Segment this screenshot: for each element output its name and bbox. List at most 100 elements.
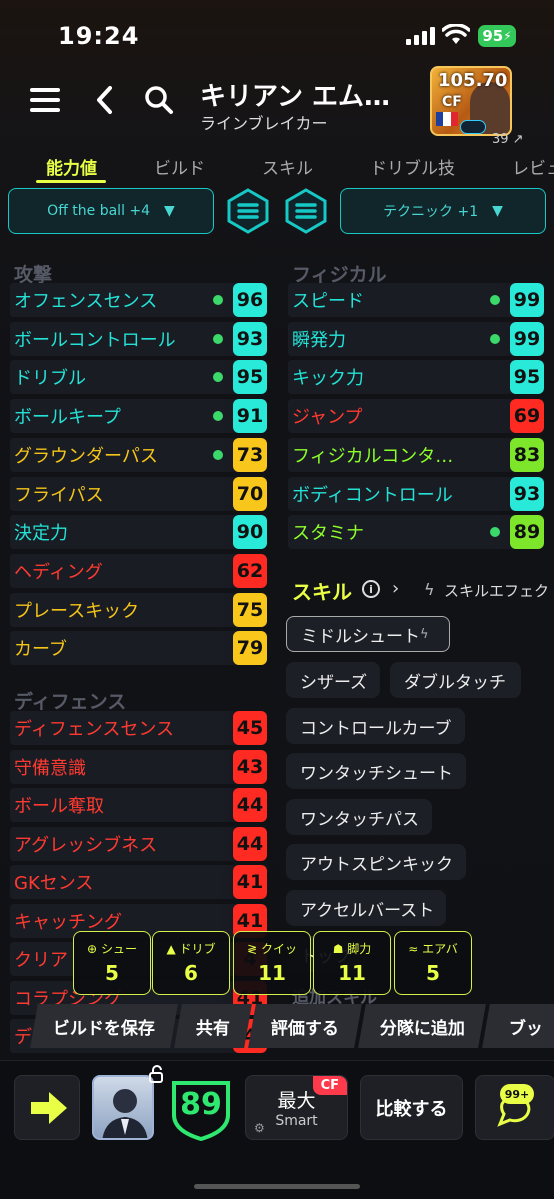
stat-label: 瞬発力 <box>292 329 346 351</box>
stat-value: 93 <box>233 321 267 356</box>
stat-row: ディフェンスセンス 45 <box>10 711 267 745</box>
stat-row: スタミナ 89 <box>288 515 544 550</box>
search-icon[interactable] <box>143 84 175 116</box>
stat-row: キック力 95 <box>288 360 544 395</box>
share-button[interactable]: 共有 <box>174 1004 252 1048</box>
player-card[interactable]: 105.70 CF <box>430 66 512 136</box>
lock-open-icon[interactable] <box>148 1065 164 1083</box>
skill-chip[interactable]: ワンタッチシュート <box>286 753 466 789</box>
stat-row: カーブ 79 <box>10 631 267 666</box>
battery-level: 95 <box>482 27 504 45</box>
skill-chip-label: アクセルバースト <box>300 900 435 921</box>
stat-label: アグレッシブネス <box>14 834 158 856</box>
player-detail-screen: 19:24 95 ⚡ キリアン エム… ラインブレイカー 105.70 CF 39… <box>0 0 554 1199</box>
stat-value: 93 <box>510 476 544 511</box>
home-indicator <box>194 1184 360 1189</box>
header: キリアン エム… ラインブレイカー 105.70 CF <box>0 66 554 138</box>
stat-box: ⊕ シュー 5 <box>73 931 151 995</box>
stat-box: ≈ エアバ 5 <box>394 931 472 995</box>
stat-box-value: 6 <box>184 961 198 985</box>
left-booster-select[interactable]: Off the ball +4 ▼ <box>8 188 214 234</box>
chevron-right-icon[interactable]: › <box>392 578 399 599</box>
max-level-button[interactable]: CF 最大 Smart ⚙ <box>245 1075 348 1140</box>
stat-box-value: 5 <box>105 961 119 985</box>
stat-label: スピード <box>292 291 364 312</box>
tab-stats[interactable]: 能力値 <box>46 154 97 179</box>
stat-label: ボディコントロール <box>292 484 453 506</box>
stat-value: 99 <box>510 283 544 317</box>
status-time: 19:24 <box>58 22 140 50</box>
skill-chip-label: コントロールカーブ <box>300 718 452 739</box>
chat-button[interactable]: 99+ <box>475 1075 554 1140</box>
skill-chip-label: シザーズ <box>300 672 368 693</box>
cone-icon: ▲ <box>166 942 176 956</box>
stat-row: ジャンプ 69 <box>288 399 544 434</box>
card-count: 39 ↗ <box>492 132 524 147</box>
right-booster-select[interactable]: テクニック +1 ▼ <box>340 188 546 234</box>
tab-skills[interactable]: スキル <box>262 154 313 179</box>
arrow-right-icon[interactable] <box>14 1075 80 1140</box>
skill-chip[interactable]: アクセルバースト <box>286 890 446 926</box>
hamburger-menu-icon[interactable] <box>30 88 60 112</box>
chat-count-badge: 99+ <box>500 1084 534 1104</box>
stat-value: 83 <box>510 437 544 472</box>
skill-chip[interactable]: ミドルシュート ϟ <box>286 616 450 652</box>
stat-label: ヘディング <box>14 561 103 583</box>
stat-label: グラウンダーパス <box>14 445 158 467</box>
compare-button[interactable]: 比較する <box>360 1075 463 1140</box>
stat-value: 69 <box>510 399 544 434</box>
stat-box-value: 5 <box>426 961 440 985</box>
booster-hex-icon[interactable] <box>224 187 272 235</box>
skill-chip[interactable]: アウトスピンキック <box>286 844 466 880</box>
bookmark-button[interactable]: ブッ <box>482 1004 554 1048</box>
booster-hex-icon-2[interactable] <box>282 187 330 235</box>
stat-box-label: シュー <box>100 942 137 956</box>
back-chevron-icon[interactable] <box>90 82 120 118</box>
skills-title: スキル <box>292 580 352 604</box>
skill-chip[interactable]: シザーズ <box>286 662 380 698</box>
stat-value: 41 <box>233 865 267 899</box>
overall-rating-value: 89 <box>180 1087 222 1122</box>
stat-row: 決定力 90 <box>10 515 267 550</box>
rate-button[interactable]: 評価する <box>248 1004 362 1048</box>
skill-chip[interactable]: ワンタッチパス <box>286 799 432 835</box>
cf-tag: CF <box>312 1076 347 1095</box>
stat-label: クリア <box>14 950 68 971</box>
stat-label: 守備意識 <box>14 757 86 779</box>
boost-dot-icon <box>490 295 500 305</box>
stat-box-value: 11 <box>338 961 366 985</box>
add-to-squad-button[interactable]: 分隊に追加 <box>358 1004 486 1048</box>
bottom-bar: 89 CF 最大 Smart ⚙ 比較する 99+ <box>0 1060 554 1199</box>
stat-row: アグレッシブネス 44 <box>10 826 267 861</box>
boost-dot-icon <box>213 449 223 460</box>
stat-row: オフェンスセンス 96 <box>10 283 267 317</box>
boost-dot-icon <box>213 372 223 383</box>
info-icon[interactable]: i <box>362 580 380 598</box>
stat-box: ☗ 脚力 11 <box>313 931 391 995</box>
stat-row: フライパス 70 <box>10 476 267 511</box>
stat-value: 73 <box>233 437 267 472</box>
skill-chip[interactable]: ダブルタッチ <box>390 662 521 698</box>
stat-row: ボールキープ 91 <box>10 399 267 434</box>
stat-row: ボディコントロール 93 <box>288 476 544 511</box>
lightning-icon: ϟ <box>420 626 429 642</box>
stat-row: ドリブル 95 <box>10 360 267 395</box>
double-chevron-icon: ≈ <box>408 942 419 956</box>
stat-value: 70 <box>233 476 267 511</box>
skill-chip[interactable]: コントロールカーブ <box>286 708 465 744</box>
tab-review[interactable]: レビュ <box>512 154 554 179</box>
dropdown-arrow-icon: ▼ <box>164 203 175 219</box>
skill-chip-label: ミドルシュート <box>301 626 420 647</box>
tab-dribble[interactable]: ドリブル技 <box>370 154 455 179</box>
stat-row: グラウンダーパス 73 <box>10 437 267 472</box>
stat-box-value: 11 <box>258 961 286 985</box>
stat-row: フィジカルコンタ… 83 <box>288 437 544 472</box>
tab-build[interactable]: ビルド <box>154 154 205 179</box>
skill-effect-link[interactable]: スキルエフェクト <box>444 580 554 601</box>
active-tab-indicator <box>36 180 106 183</box>
stat-label: ボールコントロール <box>14 329 176 351</box>
skill-chip-label: アウトスピンキック <box>300 854 453 875</box>
save-build-button[interactable]: ビルドを保存 <box>30 1004 178 1048</box>
player-role: ラインブレイカー <box>200 114 328 133</box>
avatar[interactable] <box>92 1075 154 1140</box>
